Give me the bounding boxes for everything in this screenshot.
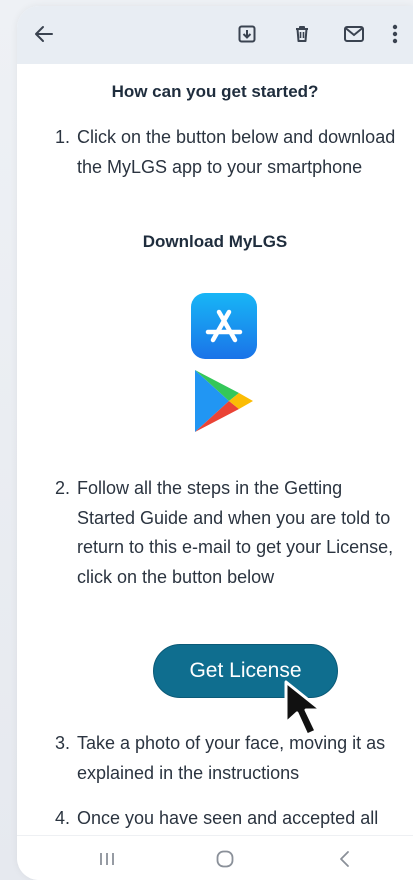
- system-nav-bar: [17, 835, 413, 880]
- screen-background: How can you get started? 1. Click on the…: [0, 0, 413, 880]
- email-toolbar: [17, 6, 413, 64]
- back-arrow-icon[interactable]: [29, 19, 59, 49]
- email-heading: How can you get started?: [111, 82, 319, 101]
- email-body: How can you get started? 1. Click on the…: [17, 64, 413, 835]
- step-3: 3. Take a photo of your face, moving it …: [55, 729, 399, 788]
- mouse-pointer-icon: [283, 679, 339, 741]
- step-text: Follow all the steps in the Getting Star…: [77, 478, 394, 587]
- step-text: Once you have seen and accepted all the …: [77, 808, 379, 828]
- recents-icon[interactable]: [89, 844, 125, 874]
- step-number: 1.: [55, 127, 71, 147]
- download-title: Download MyLGS: [142, 232, 288, 251]
- back-icon[interactable]: [327, 844, 363, 874]
- step-2: 2. Follow all the steps in the Getting S…: [55, 474, 399, 592]
- google-play-icon[interactable]: [193, 368, 257, 434]
- step-1: 1. Click on the button below and downloa…: [55, 123, 399, 182]
- phone-screen: How can you get started? 1. Click on the…: [17, 6, 413, 880]
- mail-icon[interactable]: [339, 19, 369, 49]
- step-4: 4. Once you have seen and accepted all t…: [55, 804, 399, 835]
- archive-icon[interactable]: [232, 19, 262, 49]
- step-number: 3.: [55, 733, 71, 753]
- step-text: Click on the button below and download t…: [77, 127, 396, 177]
- delete-icon[interactable]: [287, 19, 317, 49]
- more-vert-icon[interactable]: [385, 19, 405, 49]
- app-store-icon[interactable]: [191, 293, 257, 359]
- home-icon[interactable]: [207, 844, 243, 874]
- step-number: 4.: [55, 808, 71, 828]
- step-number: 2.: [55, 478, 71, 498]
